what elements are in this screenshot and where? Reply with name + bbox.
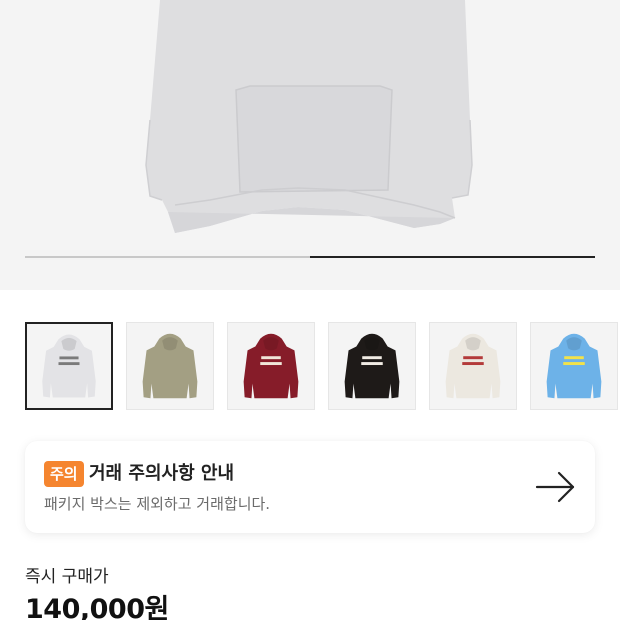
instant-buy-price-label: 즉시 구매가 [25,567,109,587]
carousel-progress-fill [310,256,595,258]
thumbnail-1[interactable] [25,322,113,410]
hoodie-burgundy-thumb [243,333,299,399]
instant-buy-price: 140,000원 [25,594,169,620]
hoodie-photo [145,0,473,233]
thumbnail-6[interactable] [530,322,618,410]
notice-title: 거래 주의사항 안내 [89,463,235,484]
hoodie-skyblue-thumb [546,333,602,399]
notice-badge: 주의 [44,461,84,487]
thumbnail-strip [25,322,620,412]
thumbnail-3[interactable] [227,322,315,410]
thumbnail-2[interactable] [126,322,214,410]
arrow-right-icon[interactable] [535,469,577,505]
hoodie-cream-thumb [445,333,501,399]
product-image-carousel[interactable] [0,0,620,290]
carousel-progress-track [25,256,595,258]
hoodie-khaki-thumb [142,333,198,399]
notice-subtitle: 패키지 박스는 제외하고 거래합니다. [44,495,271,513]
thumbnail-5[interactable] [429,322,517,410]
trade-notice-card[interactable]: 주의 거래 주의사항 안내 패키지 박스는 제외하고 거래합니다. [25,441,595,533]
thumbnail-4[interactable] [328,322,416,410]
hoodie-black-thumb [344,333,400,399]
hoodie-grey-thumb [42,334,96,398]
